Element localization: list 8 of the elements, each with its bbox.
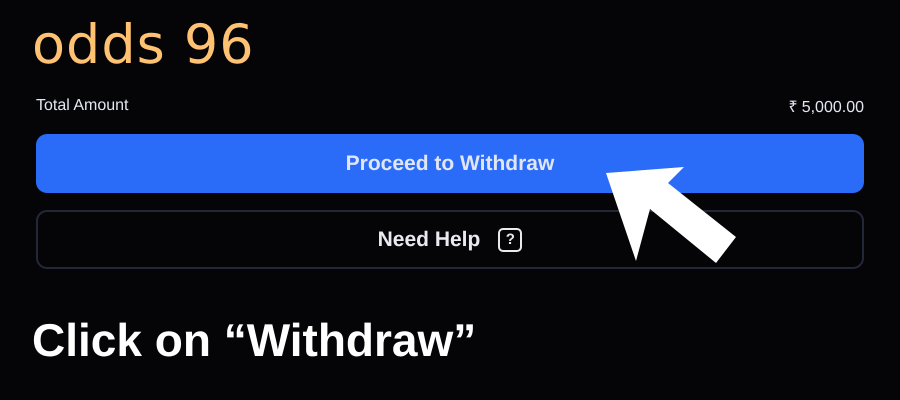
total-label: Total Amount [36,97,128,115]
logo: odds 96 [32,14,255,76]
caption: Click on “Withdraw” [32,313,478,367]
help-icon: ? [498,228,522,252]
total-amount: ₹ 5,000.00 [788,98,864,117]
withdraw-button[interactable]: Proceed to Withdraw [36,134,864,193]
help-button[interactable]: Need Help ? [36,210,864,269]
arrow-icon [606,167,738,265]
